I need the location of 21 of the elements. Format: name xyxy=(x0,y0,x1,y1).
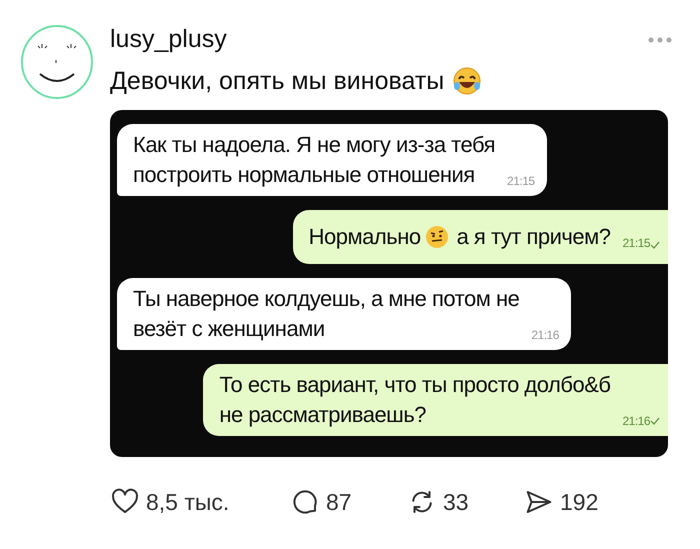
message-time: 21:16 xyxy=(622,414,650,428)
action-count: 33 xyxy=(443,488,469,517)
check-icon xyxy=(650,417,660,425)
message-time: 21:15 xyxy=(507,174,535,188)
username[interactable]: lusy_plusy xyxy=(110,24,227,54)
laughing-face-icon xyxy=(452,66,482,96)
message-time: 21:15 xyxy=(622,235,650,252)
post-caption: Девочки, опять мы виноваты xyxy=(110,66,444,96)
message-text: везёт с женщинами xyxy=(133,315,326,343)
message-text: Как ты надоела. Я не могу из-за тебя xyxy=(133,131,496,159)
message-text: а я тут причем? xyxy=(456,223,610,251)
action-count: 192 xyxy=(560,488,598,517)
message-text: Ты наверное колдуешь, а мне потом не xyxy=(133,285,520,313)
check-icon xyxy=(650,241,660,249)
message-text: Нормально xyxy=(308,223,421,251)
action-count: 87 xyxy=(326,488,352,517)
action-count: 8,5 тыс. xyxy=(146,488,230,517)
message-time: 21:16 xyxy=(531,328,559,342)
message-text: То есть вариант, что ты просто долбо&б xyxy=(219,371,610,399)
message-text: построить нормальные отношения xyxy=(133,161,476,189)
message-text: не рассматриваешь? xyxy=(219,401,428,429)
